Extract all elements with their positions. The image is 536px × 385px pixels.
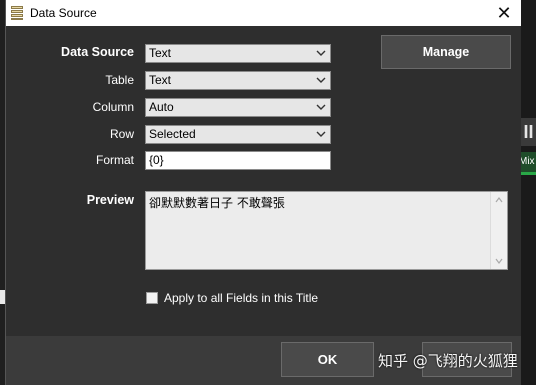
preview-label: Preview xyxy=(86,193,134,207)
row-select[interactable]: Selected xyxy=(145,125,331,144)
format-input[interactable]: {0} xyxy=(145,151,331,170)
background-pause-button[interactable]: II xyxy=(521,118,536,146)
data-source-label: Data Source xyxy=(61,45,134,59)
data-source-value: Text xyxy=(149,46,172,60)
database-icon xyxy=(11,6,23,20)
ok-button[interactable]: OK xyxy=(281,342,374,377)
background-mix-label: Mix xyxy=(519,152,536,172)
data-source-select[interactable]: Text xyxy=(145,44,331,63)
chevron-down-icon xyxy=(316,50,326,56)
close-button[interactable]: ✕ xyxy=(493,2,515,24)
row-label: Row xyxy=(109,127,134,141)
manage-button[interactable]: Manage xyxy=(381,35,511,69)
background-app-right-edge xyxy=(520,0,536,385)
row-value: Selected xyxy=(149,127,196,141)
chevron-down-icon xyxy=(316,131,326,137)
scroll-up-icon[interactable] xyxy=(494,195,504,205)
table-value: Text xyxy=(149,73,172,87)
apply-all-checkbox[interactable] xyxy=(146,292,158,304)
chevron-down-icon xyxy=(316,77,326,83)
preview-textarea[interactable]: 卻默默數著日子 不敢聲張 xyxy=(145,191,508,270)
dialog-content: Data Source Text Table Text Column Auto … xyxy=(6,26,521,336)
data-source-dialog: Data Source ✕ Data Source Text Table Tex… xyxy=(5,0,521,385)
preview-scrollbar[interactable] xyxy=(490,192,507,269)
preview-text: 卻默默數著日子 不敢聲張 xyxy=(149,196,285,210)
scroll-down-icon[interactable] xyxy=(494,256,504,266)
format-label: Format xyxy=(95,153,134,167)
table-label: Table xyxy=(105,73,134,87)
column-select[interactable]: Auto xyxy=(145,98,331,117)
title-bar: Data Source ✕ xyxy=(6,0,521,26)
table-select[interactable]: Text xyxy=(145,71,331,90)
column-label: Column xyxy=(92,100,134,114)
apply-all-label: Apply to all Fields in this Title xyxy=(164,291,319,305)
chevron-down-icon xyxy=(316,104,326,110)
window-title: Data Source xyxy=(30,6,97,20)
column-value: Auto xyxy=(149,100,174,114)
watermark: 知乎 @飞翔的火狐狸 xyxy=(378,352,518,370)
background-mix-bar xyxy=(519,172,536,175)
